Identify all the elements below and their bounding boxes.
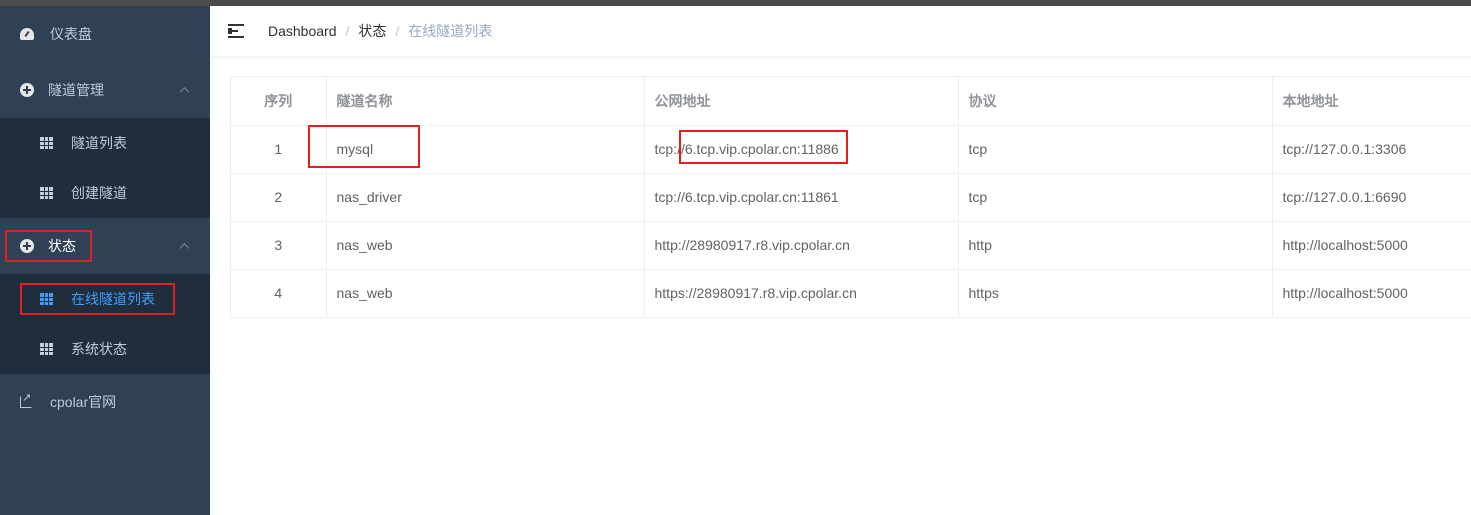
sidebar-item-label: 隧道管理	[48, 82, 104, 98]
cell-public-address: http://28980917.r8.vip.cpolar.cn	[644, 221, 959, 270]
column-header-local-address: 本地地址	[1272, 77, 1471, 126]
column-header-name: 隧道名称	[326, 77, 645, 126]
hamburger-menu-icon[interactable]	[228, 24, 244, 38]
column-header-public-address: 公网地址	[644, 77, 959, 126]
cell-protocol: https	[958, 269, 1273, 318]
sidebar-item-label: 隧道列表	[71, 135, 127, 151]
cell-protocol: tcp	[958, 173, 1273, 222]
cell-index: 3	[231, 221, 327, 270]
column-header-index: 序列	[231, 77, 327, 126]
sidebar-item-create-tunnel[interactable]: 创建隧道	[0, 168, 210, 218]
cell-public-address: tcp://6.tcp.vip.cpolar.cn:11861	[644, 173, 959, 222]
sidebar-item-dashboard[interactable]: 仪表盘	[0, 6, 210, 62]
sidebar-item-online-tunnel-list[interactable]: 在线隧道列表	[0, 274, 210, 324]
cell-index: 4	[231, 269, 327, 318]
cell-protocol: http	[958, 221, 1273, 270]
navbar: Dashboard / 状态 / 在线隧道列表	[210, 6, 1471, 56]
table-row: 2 nas_driver tcp://6.tcp.vip.cpolar.cn:1…	[231, 173, 1471, 222]
cell-public-address: tcp://6.tcp.vip.cpolar.cn:11886	[644, 125, 959, 174]
cell-local-address: tcp://127.0.0.1:3306	[1272, 125, 1471, 174]
cell-local-address: http://localhost:5000	[1272, 269, 1471, 318]
sidebar-item-label: 仪表盘	[50, 26, 92, 42]
table-row: 1 mysql tcp://6.tcp.vip.cpolar.cn:11886 …	[231, 125, 1471, 174]
table-grid-icon	[40, 293, 53, 305]
cell-name: mysql	[326, 125, 645, 174]
column-header-protocol: 协议	[958, 77, 1273, 126]
breadcrumb-separator: /	[345, 23, 350, 39]
sidebar: 仪表盘 隧道管理 隧道列表 创建隧道 状态 在线隧道列表 系统状态 cpolar…	[0, 6, 210, 515]
cell-local-address: http://localhost:5000	[1272, 221, 1471, 270]
breadcrumb-dashboard[interactable]: Dashboard	[268, 23, 337, 39]
chevron-up-icon	[179, 87, 190, 98]
plus-circle-icon	[20, 83, 34, 97]
table-row: 3 nas_web http://28980917.r8.vip.cpolar.…	[231, 221, 1471, 270]
table-grid-icon	[40, 343, 53, 355]
chevron-up-icon	[179, 243, 190, 254]
table-header-row: 序列 隧道名称 公网地址 协议 本地地址	[231, 77, 1471, 126]
breadcrumb-separator: /	[395, 23, 400, 39]
breadcrumb-status: 状态	[358, 23, 387, 39]
sidebar-item-status[interactable]: 状态	[0, 218, 210, 274]
cell-protocol: tcp	[958, 125, 1273, 174]
external-link-icon	[20, 391, 32, 408]
cell-local-address: tcp://127.0.0.1:6690	[1272, 173, 1471, 222]
sidebar-item-label: 在线隧道列表	[71, 291, 155, 307]
table-grid-icon	[40, 187, 53, 199]
plus-circle-icon	[20, 239, 34, 253]
submenu-status: 在线隧道列表 系统状态	[0, 274, 210, 374]
cell-index: 2	[231, 173, 327, 222]
tunnel-table: 序列 隧道名称 公网地址 协议 本地地址 1 mysql tcp://6.tcp…	[230, 76, 1471, 318]
breadcrumb: Dashboard / 状态 / 在线隧道列表	[268, 21, 492, 41]
cell-name: nas_web	[326, 269, 645, 318]
cell-name: nas_web	[326, 221, 645, 270]
sidebar-item-label: 创建隧道	[71, 185, 127, 201]
cell-name: nas_driver	[326, 173, 645, 222]
sidebar-item-tunnel-list[interactable]: 隧道列表	[0, 118, 210, 168]
sidebar-item-tunnel-manage[interactable]: 隧道管理	[0, 62, 210, 118]
sidebar-item-system-status[interactable]: 系统状态	[0, 324, 210, 374]
breadcrumb-current: 在线隧道列表	[408, 23, 493, 39]
sidebar-item-label: 系统状态	[71, 341, 127, 357]
dashboard-gauge-icon	[20, 28, 34, 40]
submenu-tunnel-manage: 隧道列表 创建隧道	[0, 118, 210, 218]
cell-public-address: https://28980917.r8.vip.cpolar.cn	[644, 269, 959, 318]
sidebar-item-label: 状态	[48, 238, 76, 254]
sidebar-item-cpolar-site[interactable]: cpolar官网	[0, 374, 210, 430]
table-grid-icon	[40, 137, 53, 149]
table-row: 4 nas_web https://28980917.r8.vip.cpolar…	[231, 269, 1471, 318]
sidebar-item-label: cpolar官网	[50, 394, 117, 410]
cell-index: 1	[231, 125, 327, 174]
